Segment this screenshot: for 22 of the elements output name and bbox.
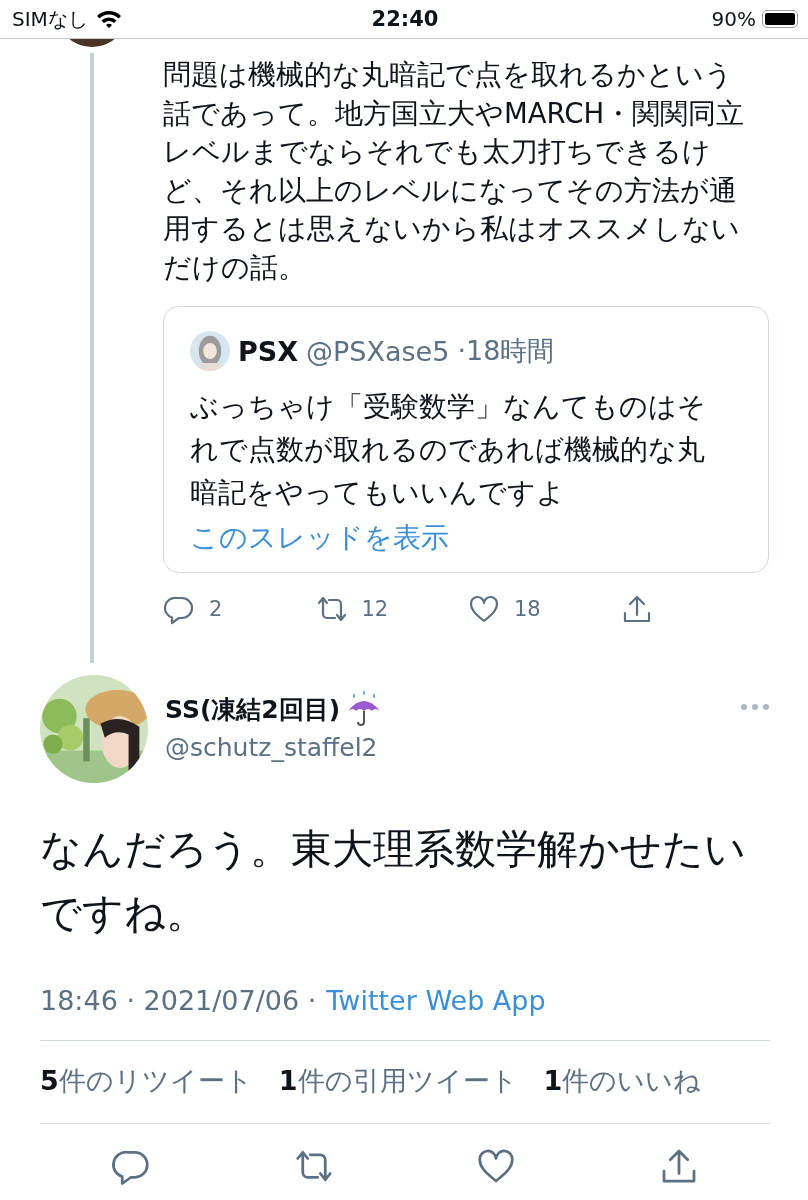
tweet-text: なんだろう。東大理系数学解かせたいですね。 [40, 824, 747, 939]
tweet-text: 問題は機械的な丸暗記で点を取れるかという話であって。地方国立大やMARCH・関関同立レベルまでならそれでも太刀打ちできるけど、それ以上のレベルになってその方法が通用するとは思えないから私はオススメしないだけの話。 [163, 57, 746, 285]
quoted-text: ぶっちゃけ「受験数学」なんてものはそれで点数が取れるのであれば機械的な丸暗記をやってもいいんですよ [190, 389, 707, 510]
action-count: 12 [361, 597, 389, 621]
clock: 22:40 [371, 7, 439, 31]
tweet-timestamp: 18:46 · 2021/07/06 · [40, 985, 317, 1016]
carrier-label: SIMなし [12, 5, 88, 33]
engagement-count[interactable]: 1件の引用ツイート [278, 1063, 518, 1099]
battery-icon [762, 10, 798, 28]
quoted-tweet-card[interactable]: PSX @PSXase5 ·18時間 ぶっちゃけ「受験数学」なんてものはそれで点数が取れるのであれば機械的な丸暗記をやってもいいんですよ このスレッドを表示 [163, 306, 769, 573]
action-count: 2 [209, 597, 223, 621]
battery-percent: 90% [711, 7, 756, 31]
engagement-count[interactable]: 1件のいいね [543, 1063, 702, 1099]
tweet-time: ·18時間 [457, 334, 555, 368]
user-name: PSX [238, 335, 299, 367]
user-handle: @PSXase5 [306, 335, 450, 367]
user-handle: @schutz_staffel2 [165, 733, 379, 762]
heart-icon[interactable] [468, 593, 500, 625]
engagement-count[interactable]: 5件のリツイート [40, 1063, 253, 1099]
action-count: 18 [514, 597, 541, 621]
wifi-icon [95, 9, 122, 29]
user-name: SS(凍結2回目) [165, 693, 341, 726]
